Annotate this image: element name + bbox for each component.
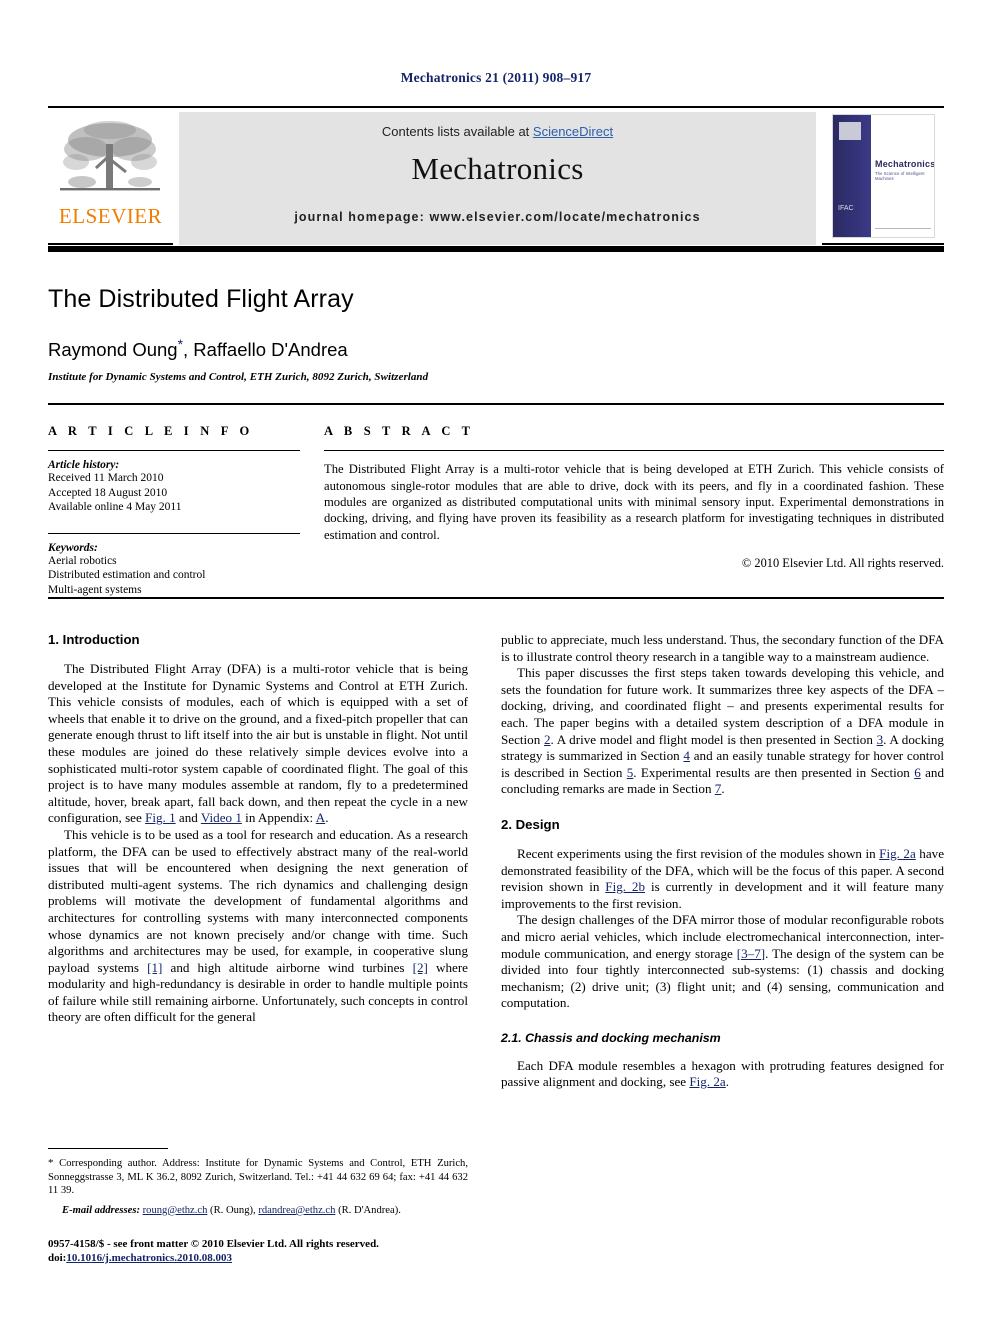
cover-left-panel: IFAC [833, 115, 871, 237]
email-label: E-mail addresses: [62, 1204, 140, 1216]
issn-copyright-block: 0957-4158/$ - see front matter © 2010 El… [48, 1237, 478, 1265]
elsevier-wordmark: ELSEVIER [58, 204, 163, 228]
para-text: and [175, 810, 201, 826]
journal-title: Mechatronics [411, 151, 584, 186]
appendix-ref-a[interactable]: A [316, 810, 325, 825]
keyword-item: Distributed estimation and control [48, 569, 206, 582]
cover-art: IFAC Mechatronics The Science of Intelli… [832, 114, 935, 238]
elsevier-tree-icon [60, 121, 160, 191]
article-history-label: Article history: [48, 459, 120, 472]
keywords-label: Keywords: [48, 541, 98, 554]
keyword-item: Multi-agent systems [48, 583, 142, 596]
abstract-text: The Distributed Flight Array is a multi-… [324, 462, 944, 542]
article-history-online: Available online 4 May 2011 [48, 501, 182, 514]
email-addresses-note: E-mail addresses: roung@ethz.ch (R. Oung… [48, 1204, 468, 1217]
title-block: The Distributed Flight Array Raymond Oun… [48, 285, 944, 383]
paragraph-design-2: The design challenges of the DFA mirror … [501, 912, 944, 1012]
journal-cover-thumbnail: IFAC Mechatronics The Science of Intelli… [822, 112, 944, 245]
body-column-left: 1. Introduction The Distributed Flight A… [48, 632, 468, 1026]
abstract-rule [324, 450, 944, 452]
page-title: The Distributed Flight Array [48, 285, 354, 313]
article-info-rule [48, 450, 300, 452]
para-text: . Experimental results are then presente… [633, 764, 915, 780]
doi-line: doi:10.1016/j.mechatronics.2010.08.003 [48, 1251, 478, 1265]
keywords-rule [48, 532, 300, 534]
cover-journal-subtitle: The Science of Intelligent Machines [875, 171, 925, 181]
section-heading-design: 2. Design [501, 816, 560, 832]
cover-badge-icon [839, 122, 861, 140]
abstract-column: A B S T R A C T The Distributed Flight A… [324, 424, 944, 571]
doi-link[interactable]: 10.1016/j.mechatronics.2010.08.003 [66, 1252, 232, 1264]
author-name-2: , Raffaello D'Andrea [183, 339, 348, 361]
cover-right-panel: Mechatronics The Science of Intelligent … [871, 115, 934, 237]
citation-ref-2[interactable]: [2] [413, 960, 428, 975]
sciencedirect-link[interactable]: ScienceDirect [533, 124, 613, 139]
email-link-dandrea[interactable]: rdandrea@ethz.ch [258, 1205, 335, 1216]
running-head: Mechatronics 21 (2011) 908–917 [400, 70, 592, 85]
journal-masthead: ELSEVIER Contents lists available at Sci… [48, 106, 944, 248]
para-text: The Distributed Flight Array (DFA) is a … [48, 661, 468, 826]
figure-ref-fig2a-2[interactable]: Fig. 2a [689, 1074, 725, 1089]
email-owner-1: (R. Oung), [207, 1204, 259, 1216]
citation-ref-1[interactable]: [1] [147, 960, 162, 975]
keyword-item: Aerial robotics [48, 554, 117, 567]
corresponding-author-note: * Corresponding author. Address: Institu… [48, 1157, 468, 1197]
article-info-column: A R T I C L E I N F O Article history: R… [48, 424, 300, 597]
paper-page: Mechatronics 21 (2011) 908–917 ELSEVIER … [0, 0, 992, 1323]
paragraph-chassis-1: Each DFA module resembles a hexagon with… [501, 1058, 944, 1091]
abstract-heading: A B S T R A C T [324, 424, 475, 438]
figure-ref-fig2b[interactable]: Fig. 2b [605, 879, 645, 894]
author-list: Raymond Oung*, Raffaello D'Andrea [48, 336, 944, 361]
contents-available-line: Contents lists available at ScienceDirec… [179, 124, 816, 139]
footnote-address: Corresponding author. Address: Institute… [48, 1158, 468, 1196]
section-heading-introduction: 1. Introduction [48, 632, 140, 647]
para-text: in Appendix: [241, 810, 316, 826]
cover-ifac-logo: IFAC [838, 205, 854, 212]
cover-footer-rule [875, 228, 931, 229]
contents-prefix: Contents lists available at [381, 124, 533, 139]
journal-homepage-link[interactable]: journal homepage: www.elsevier.com/locat… [179, 210, 816, 224]
subsection-heading-chassis: 2.1. Chassis and docking mechanism [501, 1030, 721, 1045]
para-text: . A drive model and flight model is then… [550, 731, 877, 747]
elsevier-logo: ELSEVIER [48, 112, 173, 245]
article-info-heading: A R T I C L E I N F O [48, 424, 254, 438]
affiliation: Institute for Dynamic Systems and Contro… [48, 371, 429, 384]
paragraph-intro-4: This paper discusses the first steps tak… [501, 665, 944, 798]
paragraph-design-1: Recent experiments using the first revis… [501, 846, 944, 912]
article-history-accepted: Accepted 18 August 2010 [48, 486, 168, 499]
footnote-rule [48, 1148, 168, 1150]
para-text: . [725, 1074, 730, 1090]
email-link-oung[interactable]: roung@ethz.ch [143, 1205, 208, 1216]
masthead-thick-rule [48, 246, 944, 252]
issn-line: 0957-4158/$ - see front matter © 2010 El… [48, 1238, 379, 1250]
para-text: . [325, 810, 329, 826]
paragraph-intro-2: This vehicle is to be used as a tool for… [48, 827, 468, 1026]
keywords-block: Keywords: Aerial robotics Distributed es… [48, 532, 300, 598]
para-text: This vehicle is to be used as a tool for… [48, 826, 468, 975]
journal-band: Contents lists available at ScienceDirec… [179, 112, 816, 245]
para-text: and high altitude airborne wind turbines [162, 959, 413, 975]
paragraph-intro-3: public to appreciate, much less understa… [501, 632, 944, 664]
doi-label: doi: [48, 1252, 67, 1264]
video-ref-video1[interactable]: Video 1 [201, 810, 242, 825]
paragraph-intro-1: The Distributed Flight Array (DFA) is a … [48, 661, 468, 827]
body-column-right: public to appreciate, much less understa… [501, 632, 944, 1091]
cover-journal-title: Mechatronics [875, 159, 935, 169]
copyright-line: © 2010 Elsevier Ltd. All rights reserved… [741, 555, 944, 570]
figure-ref-fig1[interactable]: Fig. 1 [145, 810, 176, 825]
abstract-bottom-rule [48, 597, 944, 599]
article-history-received: Received 11 March 2010 [48, 472, 164, 485]
email-owner-2: (R. D'Andrea). [335, 1204, 401, 1216]
para-text: Recent experiments using the first revis… [517, 845, 880, 861]
info-top-rule [48, 403, 944, 405]
figure-ref-fig2a[interactable]: Fig. 2a [879, 846, 916, 861]
para-text: . [721, 781, 725, 797]
footnote-block: * Corresponding author. Address: Institu… [48, 1148, 468, 1217]
author-name-1: Raymond Oung [48, 339, 178, 361]
citation-ref-3-7[interactable]: [3–7] [737, 946, 765, 961]
